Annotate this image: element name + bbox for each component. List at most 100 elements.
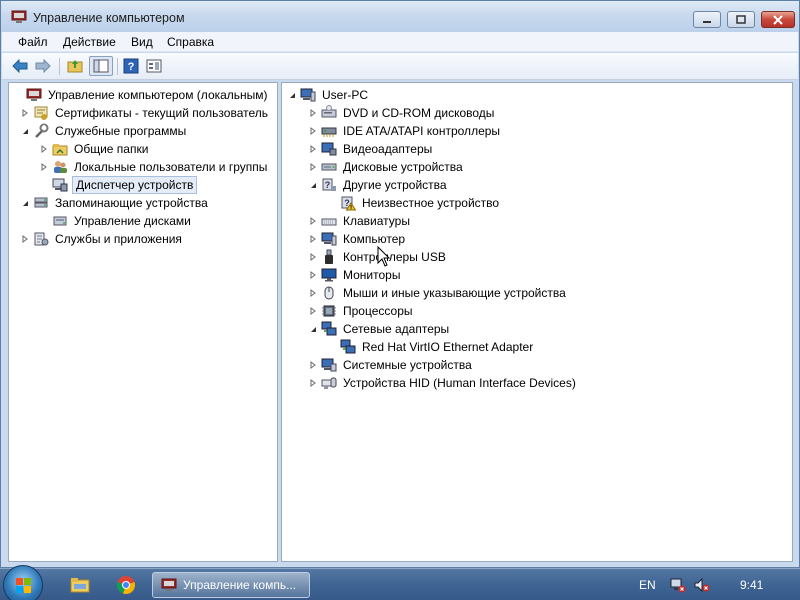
- network-tray-icon[interactable]: [670, 577, 686, 596]
- expand-arrow-icon[interactable]: [308, 356, 318, 374]
- tree-item-computer-management[interactable]: Управление компьютером (локальным): [13, 86, 270, 104]
- tree-item-ide-controller[interactable]: IDE ATA/ATAPI контроллеры: [308, 122, 502, 140]
- collapse-arrow-icon[interactable]: [308, 320, 318, 338]
- computer-management-taskbar-button[interactable]: Управление компь...: [152, 572, 310, 598]
- expand-arrow-icon[interactable]: [308, 248, 318, 266]
- computer-icon: [300, 87, 316, 103]
- menu-help[interactable]: Справка: [167, 35, 214, 49]
- expand-arrow-icon[interactable]: [308, 374, 318, 392]
- disk-management-icon: [52, 213, 68, 229]
- tree-item-keyboard[interactable]: Клавиатуры: [308, 212, 412, 230]
- tree-item-network-adapter[interactable]: Red Hat VirtIO Ethernet Adapter: [327, 338, 535, 356]
- expand-arrow-icon[interactable]: [308, 212, 318, 230]
- tree-item-device-manager[interactable]: Диспетчер устройств: [39, 176, 198, 194]
- tree-item-display-adapter[interactable]: Видеоадаптеры: [308, 140, 434, 158]
- tree-item-label: Неизвестное устройство: [362, 196, 500, 210]
- tree-item-mouse[interactable]: Мыши и иные указывающие устройства: [308, 284, 568, 302]
- expand-arrow-icon[interactable]: [308, 266, 318, 284]
- expand-arrow-icon[interactable]: [308, 230, 318, 248]
- tree-item-system-tools[interactable]: Служебные программы: [20, 122, 188, 140]
- tree-item-label: Мониторы: [343, 268, 401, 282]
- expand-arrow-icon[interactable]: [308, 122, 318, 140]
- tree-item-hid[interactable]: Устройства HID (Human Interface Devices): [308, 374, 578, 392]
- windows-logo-icon: [16, 578, 31, 593]
- volume-muted-icon[interactable]: [694, 577, 710, 596]
- ide-controller-icon: [321, 123, 337, 139]
- storage-icon: [33, 195, 49, 211]
- expand-arrow-icon[interactable]: [308, 158, 318, 176]
- expand-arrow-icon[interactable]: [20, 230, 30, 248]
- expand-arrow-icon[interactable]: [308, 140, 318, 158]
- window-title: Управление компьютером: [33, 11, 185, 25]
- expand-arrow-icon[interactable]: [39, 140, 49, 158]
- tree-item-shared-folders[interactable]: Общие папки: [39, 140, 150, 158]
- tree-item-unknown-device-warning[interactable]: ? Неизвестное устройство: [327, 194, 501, 212]
- tree-item-services[interactable]: Службы и приложения: [20, 230, 184, 248]
- show-hide-tree-icon[interactable]: [89, 56, 113, 76]
- collapse-arrow-icon[interactable]: [20, 122, 30, 140]
- back-icon[interactable]: [10, 56, 30, 76]
- tree-item-label: Компьютер: [343, 232, 406, 246]
- minimize-button[interactable]: [693, 11, 721, 28]
- tree-item-system-devices[interactable]: Системные устройства: [308, 356, 474, 374]
- tree-item-label: Мыши и иные указывающие устройства: [343, 286, 566, 300]
- menu-file[interactable]: Файл: [18, 35, 48, 49]
- clock[interactable]: 9:41: [740, 578, 763, 592]
- tree-item-computer[interactable]: Компьютер: [308, 230, 407, 248]
- tree-item-users[interactable]: Локальные пользователи и группы: [39, 158, 269, 176]
- tree-item-disk-drive[interactable]: Дисковые устройства: [308, 158, 465, 176]
- expand-arrow-icon[interactable]: [308, 302, 318, 320]
- mouse-cursor-icon: [377, 246, 391, 267]
- keyboard-icon: [321, 213, 337, 229]
- unknown-device-warning-icon: ?: [340, 195, 356, 211]
- title-bar[interactable]: Управление компьютером: [1, 1, 799, 33]
- language-indicator[interactable]: EN: [639, 578, 656, 592]
- collapse-arrow-icon[interactable]: [287, 86, 297, 104]
- menu-view[interactable]: Вид: [131, 35, 153, 49]
- expand-arrow-icon[interactable]: [308, 284, 318, 302]
- display-adapter-icon: [321, 141, 337, 157]
- tree-item-dvd-drive[interactable]: DVD и CD-ROM дисководы: [308, 104, 496, 122]
- expand-arrow-icon[interactable]: [308, 104, 318, 122]
- start-button[interactable]: [3, 565, 43, 600]
- tree-item-storage[interactable]: Запоминающие устройства: [20, 194, 210, 212]
- tree-item-label: Клавиатуры: [343, 214, 410, 228]
- expand-arrow-icon[interactable]: [39, 158, 49, 176]
- help-icon[interactable]: ?: [121, 56, 141, 76]
- up-folder-icon[interactable]: [65, 56, 85, 76]
- computer-management-window: Управление компьютером Файл Действие Вид…: [0, 0, 800, 568]
- tree-item-other-devices[interactable]: ? Другие устройства: [308, 176, 449, 194]
- tree-item-certificates[interactable]: Сертификаты - текущий пользователь: [20, 104, 270, 122]
- collapse-arrow-icon[interactable]: [20, 194, 30, 212]
- other-devices-icon: ?: [321, 177, 337, 193]
- tree-item-label: DVD и CD-ROM дисководы: [343, 106, 495, 120]
- tree-item-label: Диспетчер устройств: [72, 176, 198, 194]
- toolbar: ?: [2, 53, 798, 80]
- tree-item-monitor[interactable]: Мониторы: [308, 266, 402, 284]
- collapse-arrow-icon[interactable]: [308, 176, 318, 194]
- forward-icon[interactable]: [33, 56, 53, 76]
- explorer-taskbar-button[interactable]: [70, 572, 94, 598]
- tree-item-label: Red Hat VirtIO Ethernet Adapter: [362, 340, 534, 354]
- tree-item-network-adapter[interactable]: Сетевые адаптеры: [308, 320, 451, 338]
- tree-item-label: Устройства HID (Human Interface Devices): [343, 376, 576, 390]
- processor-icon: [321, 303, 337, 319]
- maximize-button[interactable]: [727, 11, 755, 28]
- hid-icon: [321, 375, 337, 391]
- tree-item-label: Управление компьютером (локальным): [48, 88, 268, 102]
- tree-item-processor[interactable]: Процессоры: [308, 302, 415, 320]
- menu-action[interactable]: Действие: [63, 35, 116, 49]
- properties-icon[interactable]: [144, 56, 164, 76]
- expand-arrow-icon[interactable]: [20, 104, 30, 122]
- tree-item-disk-management[interactable]: Управление дисками: [39, 212, 193, 230]
- chrome-taskbar-button[interactable]: [116, 572, 140, 598]
- close-button[interactable]: [761, 11, 795, 28]
- device-tree-pane[interactable]: User-PC DVD и CD-ROM дисководы IDE ATA/ATA…: [281, 82, 793, 562]
- tree-item-computer[interactable]: User-PC: [287, 86, 370, 104]
- tree-item-label: Локальные пользователи и группы: [74, 160, 268, 174]
- console-tree-pane[interactable]: Управление компьютером (локальным) Сертиф…: [8, 82, 278, 562]
- dvd-drive-icon: [321, 105, 337, 121]
- mouse-icon: [321, 285, 337, 301]
